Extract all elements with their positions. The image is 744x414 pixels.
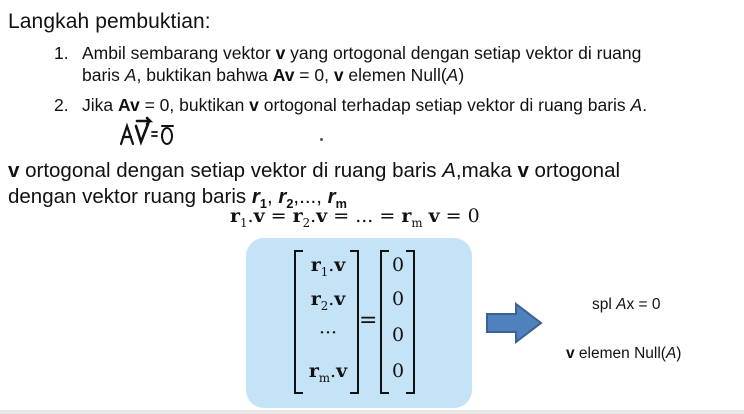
step-2-text: Jika Av = 0, buktikan v ortogonal terhad… bbox=[82, 95, 648, 115]
heading: Langkah pembuktian: bbox=[8, 10, 211, 33]
conclusion-null: v elemen Null(A) bbox=[566, 345, 682, 362]
stray-mark bbox=[320, 138, 323, 141]
matrix-left-cell: r2.v bbox=[310, 288, 346, 313]
matrix-left-cell: r1.v bbox=[310, 254, 346, 279]
matrix-right-cell: 0 bbox=[391, 254, 405, 276]
matrix-right-cell: 0 bbox=[391, 360, 405, 382]
matrix-left-cell: ··· bbox=[318, 322, 338, 344]
step-1-text: Ambil sembarang vektor v yang ortogonal … bbox=[82, 42, 722, 86]
matrix-right-cell: 0 bbox=[391, 288, 405, 310]
step-1-line-2: baris A, buktikan bahwa Av = 0, v elemen… bbox=[82, 65, 465, 85]
matrix-panel: r1.v r2.v ··· rm.v = 0 0 0 0 bbox=[246, 238, 472, 408]
step-1-line-1: Ambil sembarang vektor v yang ortogonal … bbox=[82, 43, 642, 63]
conclusion-spl: spl Ax = 0 bbox=[592, 296, 661, 313]
matrix-left-cell: rm.v bbox=[308, 360, 348, 385]
step-2-number: 2. bbox=[54, 95, 69, 115]
dot-product-equation: r1.v = r2.v = ... = rm v = 0 bbox=[230, 205, 480, 230]
step-1-number: 1. bbox=[54, 43, 69, 63]
claim-line-1: v ortogonal dengan setiap vektor di ruan… bbox=[8, 159, 621, 182]
right-arrow-icon bbox=[486, 302, 543, 344]
handwritten-note bbox=[119, 116, 174, 146]
bottom-divider bbox=[0, 410, 744, 414]
matrix-right-cell: 0 bbox=[391, 324, 405, 346]
